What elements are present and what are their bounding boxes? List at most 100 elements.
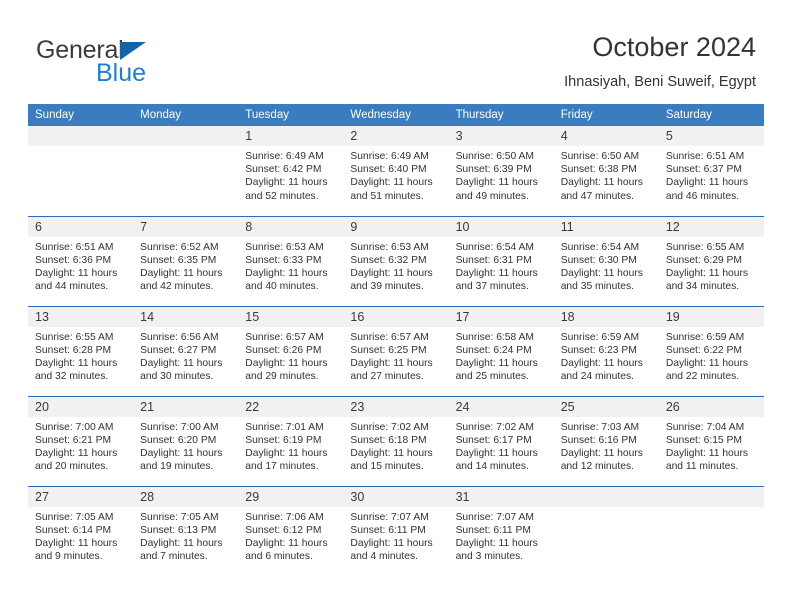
calendar-day-cell[interactable]: 10 Sunrise: 6:54 AM Sunset: 6:31 PM Dayligh… [448,215,554,306]
sunset-text: Sunset: 6:11 PM [455,524,531,536]
daylight-text-line2: and 20 minutes. [35,461,109,473]
calendar-day-cell[interactable]: 7 Sunrise: 6:52 AM Sunset: 6:35 PM Daylight… [133,215,239,306]
calendar-week-row: 6 Sunrise: 6:51 AM Sunset: 6:36 PM Daylight… [28,215,764,306]
sunrise-text: Sunrise: 6:56 AM [140,331,219,343]
daylight-text-line2: and 40 minutes. [245,281,319,293]
calendar-day-cell[interactable]: 2 Sunrise: 6:49 AM Sunset: 6:40 PM Daylight… [343,126,449,216]
day-number: 20 [28,396,134,417]
daylight-text-line1: Daylight: 11 hours [350,537,433,549]
sunset-text: Sunset: 6:40 PM [350,164,427,176]
day-number: 10 [448,216,554,237]
brand-logo[interactable]: General Blue [36,36,276,92]
sunset-text: Sunset: 6:32 PM [350,254,427,266]
sunset-text: Sunset: 6:36 PM [35,254,112,266]
day-number: 16 [343,306,449,327]
day-number: 7 [133,216,239,237]
daylight-text-line2: and 25 minutes. [455,371,529,383]
sunset-text: Sunset: 6:12 PM [245,524,322,536]
sunrise-text: Sunrise: 6:58 AM [455,331,534,343]
calendar-day-cell[interactable]: 4 Sunrise: 6:50 AM Sunset: 6:38 PM Daylight… [553,126,659,216]
sunrise-text: Sunrise: 6:55 AM [665,241,745,253]
calendar-day-cell[interactable]: 16 Sunrise: 6:57 AM Sunset: 6:25 PM Dayligh… [343,305,449,396]
calendar-day-cell[interactable]: 20 Sunrise: 7:00 AM Sunset: 6:21 PM Dayligh… [28,395,134,486]
calendar-day-cell[interactable]: 25 Sunrise: 7:03 AM Sunset: 6:16 PM Dayligh… [553,395,659,486]
calendar-day-cell[interactable]: 14 Sunrise: 6:56 AM Sunset: 6:27 PM Dayligh… [133,305,239,396]
calendar-day-cell[interactable]: 12 Sunrise: 6:55 AM Sunset: 6:29 PM Dayligh… [658,215,764,306]
calendar-day-cell[interactable]: 30 Sunrise: 7:07 AM Sunset: 6:11 PM Dayligh… [343,485,449,576]
sunrise-text: Sunrise: 6:57 AM [245,331,324,343]
daylight-text-line1: Daylight: 11 hours [140,537,223,549]
calendar-empty-cell [658,485,764,576]
daylight-text-line1: Daylight: 11 hours [455,357,538,369]
calendar-day-cell[interactable]: 9 Sunrise: 6:53 AM Sunset: 6:32 PM Daylight… [343,215,449,306]
daylight-text-line1: Daylight: 11 hours [35,267,118,279]
sunrise-text: Sunrise: 6:50 AM [455,151,534,162]
calendar-day-cell[interactable]: 8 Sunrise: 6:53 AM Sunset: 6:33 PM Daylight… [238,215,344,306]
day-number: 3 [448,126,554,146]
sunrise-text: Sunrise: 7:04 AM [665,421,745,433]
daylight-text-line1: Daylight: 11 hours [665,267,749,279]
sunrise-text: Sunrise: 7:00 AM [140,421,219,433]
sunrise-text: Sunrise: 6:49 AM [350,151,429,162]
daylight-text-line1: Daylight: 11 hours [140,357,223,369]
calendar-day-cell[interactable]: 31 Sunrise: 7:07 AM Sunset: 6:11 PM Dayligh… [448,485,554,576]
day-number [658,486,764,507]
calendar-day-cell[interactable]: 23 Sunrise: 7:02 AM Sunset: 6:18 PM Dayligh… [343,395,449,486]
calendar-day-cell[interactable]: 1 Sunrise: 6:49 AM Sunset: 6:42 PM Daylight… [238,126,344,216]
calendar-day-cell[interactable]: 28 Sunrise: 7:05 AM Sunset: 6:13 PM Dayligh… [133,485,239,576]
day-number: 31 [448,486,554,507]
sunset-text: Sunset: 6:30 PM [560,254,637,266]
daylight-text-line1: Daylight: 11 hours [350,357,433,369]
sunset-text: Sunset: 6:29 PM [665,254,742,266]
calendar-day-cell[interactable]: 24 Sunrise: 7:02 AM Sunset: 6:17 PM Dayligh… [448,395,554,486]
sunrise-text: Sunrise: 6:50 AM [560,151,640,162]
day-number: 14 [133,306,239,327]
calendar-day-cell[interactable]: 5 Sunrise: 6:51 AM Sunset: 6:37 PM Daylight… [658,126,764,216]
page-title: October 2024 [592,32,756,62]
calendar-week-row: 27 Sunrise: 7:05 AM Sunset: 6:14 PM Dayligh… [28,485,764,576]
sunrise-text: Sunrise: 6:53 AM [245,241,324,253]
calendar-day-cell[interactable]: 11 Sunrise: 6:54 AM Sunset: 6:30 PM Dayligh… [553,215,659,306]
sunrise-text: Sunrise: 7:02 AM [455,421,534,433]
sunrise-text: Sunrise: 7:00 AM [35,421,114,433]
day-details: Sunrise: 6:53 AM Sunset: 6:32 PM Daylight:… [343,237,448,294]
calendar-day-cell[interactable]: 22 Sunrise: 7:01 AM Sunset: 6:19 PM Dayligh… [238,395,344,486]
day-number: 11 [553,216,659,237]
daylight-text-line1: Daylight: 11 hours [35,537,118,549]
day-number: 12 [658,216,764,237]
sunrise-text: Sunrise: 7:05 AM [35,511,114,523]
daylight-text-line2: and 46 minutes. [665,190,740,202]
sunset-text: Sunset: 6:24 PM [455,344,532,356]
daylight-text-line1: Daylight: 11 hours [350,177,433,189]
day-number: 21 [133,396,239,417]
day-number: 19 [658,306,764,327]
daylight-text-line2: and 3 minutes. [455,551,524,563]
calendar-day-cell[interactable]: 6 Sunrise: 6:51 AM Sunset: 6:36 PM Daylight… [28,215,134,306]
calendar-day-cell[interactable]: 17 Sunrise: 6:58 AM Sunset: 6:24 PM Dayligh… [448,305,554,396]
day-number: 1 [238,126,344,146]
sunrise-text: Sunrise: 6:53 AM [350,241,429,253]
sunset-text: Sunset: 6:17 PM [455,434,532,446]
day-number: 27 [28,486,134,507]
calendar-day-cell[interactable]: 18 Sunrise: 6:59 AM Sunset: 6:23 PM Dayligh… [553,305,659,396]
calendar-day-cell[interactable]: 15 Sunrise: 6:57 AM Sunset: 6:26 PM Dayligh… [238,305,344,396]
day-details: Sunrise: 6:51 AM Sunset: 6:36 PM Daylight:… [28,237,133,294]
calendar-day-cell[interactable]: 13 Sunrise: 6:55 AM Sunset: 6:28 PM Dayligh… [28,305,134,396]
calendar-day-cell[interactable]: 27 Sunrise: 7:05 AM Sunset: 6:14 PM Dayligh… [28,485,134,576]
day-number: 2 [343,126,449,146]
calendar-day-cell[interactable]: 29 Sunrise: 7:06 AM Sunset: 6:12 PM Dayligh… [238,485,344,576]
daylight-text-line1: Daylight: 11 hours [560,447,643,459]
daylight-text-line2: and 9 minutes. [35,551,103,563]
sunset-text: Sunset: 6:28 PM [35,344,112,356]
calendar-day-cell[interactable]: 3 Sunrise: 6:50 AM Sunset: 6:39 PM Daylight… [448,126,554,216]
calendar-day-cell[interactable]: 21 Sunrise: 7:00 AM Sunset: 6:20 PM Dayligh… [133,395,239,486]
day-number: 26 [658,396,764,417]
day-details: Sunrise: 6:58 AM Sunset: 6:24 PM Daylight:… [449,327,554,384]
daylight-text-line2: and 22 minutes. [665,371,740,383]
calendar-day-cell[interactable]: 19 Sunrise: 6:59 AM Sunset: 6:22 PM Dayligh… [658,305,764,396]
daylight-text-line2: and 34 minutes. [665,281,740,293]
page-subtitle: Ihnasiyah, Beni Suweif, Egypt [564,74,756,90]
day-number: 25 [553,396,659,417]
sunset-text: Sunset: 6:11 PM [350,524,426,536]
calendar-day-cell[interactable]: 26 Sunrise: 7:04 AM Sunset: 6:15 PM Dayligh… [658,395,764,486]
